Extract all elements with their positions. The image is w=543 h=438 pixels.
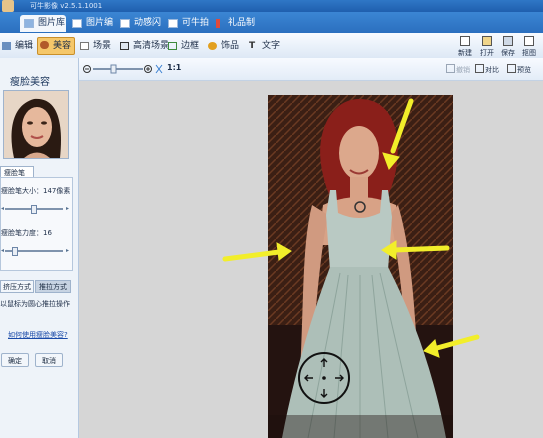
tool-label: 高清场景	[133, 41, 170, 51]
compare-icon	[475, 64, 484, 73]
animation-icon	[120, 19, 130, 28]
face-preview-thumbnail	[3, 90, 69, 159]
camera-icon	[168, 19, 178, 28]
tab-image-edit[interactable]: 图片编辑	[68, 15, 114, 45]
edit-toolbar: 编辑 美容 场景 高清场景 边框 饰品 T 文字 新建 打开 保存 抠图	[0, 33, 543, 59]
tool-label: 编辑	[15, 41, 34, 51]
brush-size-label: 瘦脸笔大小：147像素	[1, 187, 71, 195]
cancel-button[interactable]: 取消	[35, 353, 63, 367]
undo-icon	[446, 64, 455, 73]
open-folder-icon	[482, 36, 492, 46]
squeeze-mode-button[interactable]: 挤压方式	[0, 280, 34, 293]
tool-edit[interactable]: 编辑	[0, 39, 33, 53]
save-disk-icon	[503, 36, 513, 46]
save-label: 保存	[501, 49, 515, 57]
zoom-ratio-text[interactable]: 1:1	[167, 63, 181, 72]
brush-strength-slider-thumb[interactable]	[12, 247, 19, 256]
open-label: 打开	[480, 49, 494, 57]
tool-label: 饰品	[221, 41, 240, 51]
compare-label: 对比	[485, 66, 499, 74]
slider-right-arrow-icon[interactable]: ▸	[66, 205, 70, 212]
left-panel: 瘦脸美容 瘦脸笔 瘦脸笔大小：147像素 ◂ ▸ 瘦脸笔力度：16 ◂ ▸ 挤压…	[0, 58, 79, 438]
tool-accessory[interactable]: 饰品	[206, 39, 239, 53]
window-title: 可牛影像 v2.5.1.1001	[30, 2, 103, 10]
scene-icon	[80, 42, 89, 50]
edit-icon	[2, 42, 11, 50]
save-button[interactable]: 保存	[498, 35, 518, 57]
annotation-arrows	[222, 98, 480, 358]
tab-animated-flash[interactable]: 动感闪图	[116, 15, 162, 45]
confirm-button[interactable]: 确定	[1, 353, 29, 367]
push-pull-mode-button[interactable]: 推拉方式	[35, 280, 71, 293]
restore-button[interactable]: 撤销	[446, 64, 470, 75]
text-t-icon: T	[249, 41, 256, 51]
accessory-icon	[208, 42, 217, 50]
tab-label: 图片库	[38, 18, 66, 28]
canvas-toolbar: 1:1 撤销 对比 预览	[79, 58, 543, 81]
confirm-label: 确定	[8, 357, 22, 365]
open-button[interactable]: 打开	[477, 35, 497, 57]
tool-hd-scene[interactable]: 高清场景	[118, 39, 169, 53]
tab-gift-making[interactable]: 礼品制作	[210, 15, 260, 45]
new-label: 新建	[458, 49, 472, 57]
mode-label: 挤压方式	[3, 283, 31, 291]
brush-settings-panel: 瘦脸笔大小：147像素 ◂ ▸ 瘦脸笔力度：16 ◂ ▸	[0, 177, 73, 271]
zoom-slider[interactable]	[82, 63, 164, 75]
gift-icon	[216, 19, 220, 28]
tool-label: 美容	[53, 41, 72, 51]
mode-label: 推拉方式	[39, 283, 67, 291]
new-button[interactable]: 新建	[455, 35, 475, 57]
cutout-button[interactable]: 抠图	[519, 35, 539, 57]
app-logo-icon	[2, 0, 14, 12]
image-library-icon	[24, 19, 34, 28]
main-tab-strip: 图片库 图片编辑 动感闪图 可牛拍照 礼品制作	[0, 12, 543, 45]
tab-image-library[interactable]: 图片库	[20, 15, 66, 32]
tool-beauty[interactable]: 美容	[37, 37, 76, 55]
tool-scene[interactable]: 场景	[78, 39, 111, 53]
preview-button[interactable]: 预览	[507, 64, 531, 75]
subtab-label: 瘦脸笔	[4, 169, 25, 177]
compare-button[interactable]: 对比	[475, 64, 499, 75]
slider-right-arrow-icon[interactable]: ▸	[66, 247, 70, 254]
tool-text[interactable]: T 文字	[247, 39, 280, 53]
title-bar: 可牛影像 v2.5.1.1001	[0, 0, 543, 12]
help-link[interactable]: 如何使用瘦脸美容?	[8, 330, 68, 340]
brush-size-slider-thumb[interactable]	[31, 205, 37, 214]
tool-label: 边框	[181, 41, 200, 51]
tool-label: 场景	[93, 41, 112, 51]
image-edit-icon	[72, 19, 82, 28]
tool-frame[interactable]: 边框	[166, 39, 199, 53]
beauty-icon	[40, 41, 49, 49]
cutout-icon	[524, 36, 534, 46]
tool-label: 文字	[262, 41, 281, 51]
cutout-label: 抠图	[522, 49, 536, 57]
restore-label: 撤销	[456, 66, 470, 74]
new-file-icon	[460, 36, 470, 46]
cancel-label: 取消	[42, 357, 56, 365]
preview-label: 预览	[517, 66, 531, 74]
preview-icon	[507, 64, 516, 73]
mode-tip-text: 以鼠标为圆心推拉操作	[0, 300, 70, 308]
panel-title: 瘦脸美容	[10, 77, 50, 88]
tab-camera[interactable]: 可牛拍照	[164, 15, 210, 45]
image-canvas[interactable]	[79, 81, 543, 438]
hd-scene-icon	[120, 42, 129, 50]
brush-strength-label: 瘦脸笔力度：16	[1, 229, 52, 237]
frame-icon	[168, 42, 177, 50]
